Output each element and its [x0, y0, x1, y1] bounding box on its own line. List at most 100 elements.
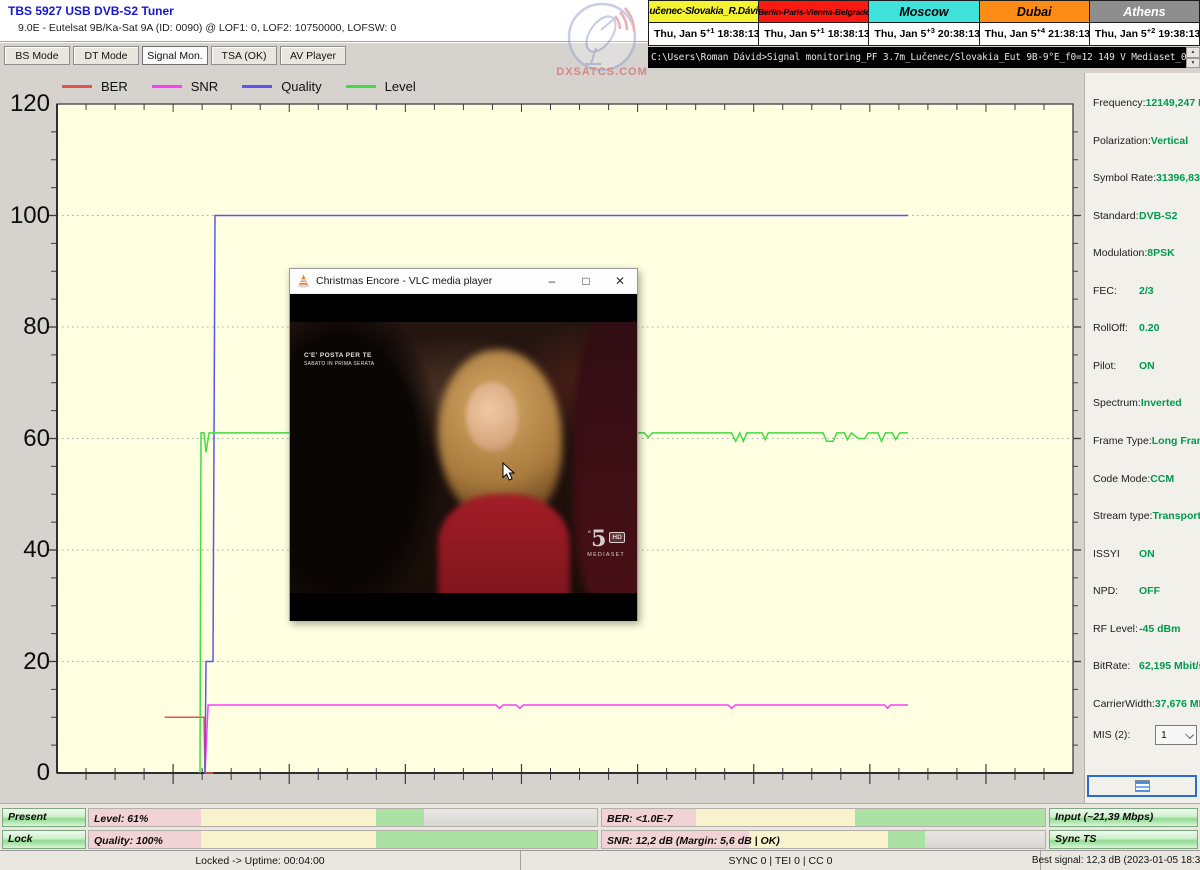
- clock-time: 20:38:13: [938, 28, 980, 40]
- maximize-button[interactable]: □: [569, 269, 603, 293]
- param-value: DVB-S2: [1139, 210, 1197, 222]
- snr-bar: SNR: 12,2 dB (Margin: 5,6 dB | OK): [601, 830, 1046, 849]
- vlc-window[interactable]: Christmas Encore - VLC media player – □ …: [289, 268, 638, 621]
- tab-signal-mon[interactable]: Signal Mon.: [142, 46, 208, 65]
- app-window: TBS 5927 USB DVB-S2 Tuner 9.0E - Eutelsa…: [0, 0, 1200, 870]
- param-row-rf-level: RF Level:-45 dBm: [1093, 623, 1197, 635]
- tab-bs-mode[interactable]: BS Mode: [4, 46, 70, 65]
- param-value: Long Frame: [1152, 435, 1200, 447]
- vlc-window-title: Christmas Encore - VLC media player: [316, 275, 535, 287]
- param-value: CCM: [1150, 473, 1200, 485]
- clock-city-label: Moscow: [869, 1, 978, 23]
- mis-value: 1: [1161, 729, 1167, 741]
- legend-label: Quality: [281, 79, 321, 94]
- y-tick-label: 40: [0, 537, 50, 563]
- y-tick-label: 120: [0, 91, 50, 117]
- clock-lucenec: Lučenec-Slovakia_R.Dávid Thu, Jan 5 +1 1…: [649, 1, 759, 45]
- y-tick-label: 20: [0, 649, 50, 675]
- param-value: ON: [1139, 360, 1197, 372]
- snr-bar-label: SNR: 12,2 dB (Margin: 5,6 dB | OK): [602, 835, 780, 847]
- vlc-titlebar[interactable]: Christmas Encore - VLC media player – □ …: [290, 269, 637, 294]
- overlay-line-2: SABATO IN PRIMA SERATA: [304, 361, 374, 367]
- clock-city-label: Athens: [1090, 1, 1199, 23]
- bar-zone: [855, 809, 1045, 826]
- clock-city-label: Lučenec-Slovakia_R.Dávid: [649, 1, 758, 23]
- y-tick-label: 60: [0, 426, 50, 452]
- clock-utc-offset: +1: [816, 26, 825, 35]
- tab-dt-mode[interactable]: DT Mode: [73, 46, 139, 65]
- legend-label: Level: [385, 79, 416, 94]
- chart-legend: BER SNR Quality Level: [62, 78, 440, 94]
- scroll-up-icon[interactable]: ▲: [1186, 47, 1200, 58]
- logo-brand: MEDIASET: [587, 552, 625, 558]
- legend-item-snr: SNR: [152, 79, 218, 94]
- actress-face: [466, 382, 518, 452]
- param-value: Inverted: [1141, 397, 1199, 409]
- hd-badge: HD: [609, 532, 624, 543]
- param-label: Code Mode:: [1093, 473, 1150, 485]
- mouse-cursor-icon: [502, 462, 515, 481]
- param-label: NPD:: [1093, 585, 1118, 597]
- mis-label: MIS (2):: [1093, 729, 1130, 741]
- legend-item-level: Level: [346, 79, 416, 94]
- clock-time: 19:38:13: [1158, 28, 1200, 40]
- param-row-stream-type: Stream type:Transport: [1093, 510, 1197, 522]
- scroll-down-icon[interactable]: ▼: [1186, 58, 1200, 69]
- param-value: 31396,831 KS/s: [1156, 172, 1200, 184]
- param-label: CarrierWidth:: [1093, 698, 1155, 710]
- param-row-code-mode: Code Mode:CCM: [1093, 473, 1197, 485]
- param-row-rolloff: RollOff:0.20: [1093, 322, 1197, 334]
- param-row-carrierwidth: CarrierWidth:37,676 MHz: [1093, 698, 1197, 710]
- world-clocks: Lučenec-Slovakia_R.Dávid Thu, Jan 5 +1 1…: [648, 0, 1200, 46]
- param-row-issyi: ISSYION: [1093, 548, 1197, 560]
- legend-label: BER: [101, 79, 128, 94]
- clock-city-label: Berlin-Paris-Vienna-Belgrade: [759, 1, 868, 23]
- param-label: Stream type:: [1093, 510, 1153, 522]
- letterbox-top: [290, 294, 637, 322]
- stacked-stripes-icon: [1135, 780, 1150, 792]
- param-row-pilot: Pilot: ON: [1093, 360, 1197, 372]
- close-button[interactable]: ✕: [603, 269, 637, 293]
- legend-item-ber: BER: [62, 79, 128, 94]
- legend-label: SNR: [191, 79, 218, 94]
- clock-date: Thu, Jan 5: [1095, 28, 1147, 40]
- legend-item-quality: Quality: [242, 79, 321, 94]
- clock-utc-offset: +1: [706, 26, 715, 35]
- param-label: Pilot:: [1093, 360, 1116, 372]
- tab-av-player[interactable]: AV Player: [280, 46, 346, 65]
- param-label: Polarization:: [1093, 135, 1151, 147]
- bar-zone: [376, 831, 597, 848]
- level-bar-label: Level: 61%: [89, 813, 148, 825]
- tab-tsa-ok[interactable]: TSA (OK): [211, 46, 277, 65]
- console-scrollbar[interactable]: ▲ ▼: [1186, 47, 1200, 68]
- input-bitrate-badge: Input (~21,39 Mbps): [1049, 808, 1198, 827]
- capture-button[interactable]: [1087, 775, 1197, 797]
- bar-zone: [201, 831, 376, 848]
- minimize-button[interactable]: –: [535, 269, 569, 293]
- status-uptime: Locked -> Uptime: 00:04:00: [0, 851, 520, 870]
- clock-time: 18:38:13: [718, 28, 760, 40]
- header-divider: [0, 41, 648, 43]
- legend-swatch-level: [346, 85, 376, 88]
- quality-bar: Quality: 100%: [88, 830, 598, 849]
- clock-date: Thu, Jan 5: [654, 28, 706, 40]
- param-row-spectrum: Spectrum:Inverted: [1093, 397, 1197, 409]
- mis-select[interactable]: 1: [1155, 725, 1197, 745]
- ber-bar: BER: <1.0E-7: [601, 808, 1046, 827]
- vlc-video-area[interactable]: C'E' POSTA PER TE SABATO IN PRIMA SERATA…: [290, 294, 637, 621]
- canale5-logo: ° 5 HD MEDIASET: [587, 528, 625, 558]
- bar-zone: [888, 831, 926, 848]
- clock-utc-offset: +3: [926, 26, 935, 35]
- param-label: Standard:: [1093, 210, 1139, 222]
- param-value: ON: [1139, 548, 1197, 560]
- param-value: 8PSK: [1147, 247, 1200, 259]
- param-row-modulation: Modulation:8PSK: [1093, 247, 1197, 259]
- param-row-symbol-rate: Symbol Rate:31396,831 KS/s: [1093, 172, 1197, 184]
- app-title: TBS 5927 USB DVB-S2 Tuner: [8, 4, 174, 18]
- param-label: RF Level:: [1093, 623, 1138, 635]
- param-value: OFF: [1139, 585, 1197, 597]
- param-row-standard: Standard:DVB-S2: [1093, 210, 1197, 222]
- bar-zone: [696, 809, 855, 826]
- status-bar: Locked -> Uptime: 00:04:00 SYNC 0 | TEI …: [0, 850, 1200, 870]
- mis-row: MIS (2): 1: [1093, 725, 1197, 745]
